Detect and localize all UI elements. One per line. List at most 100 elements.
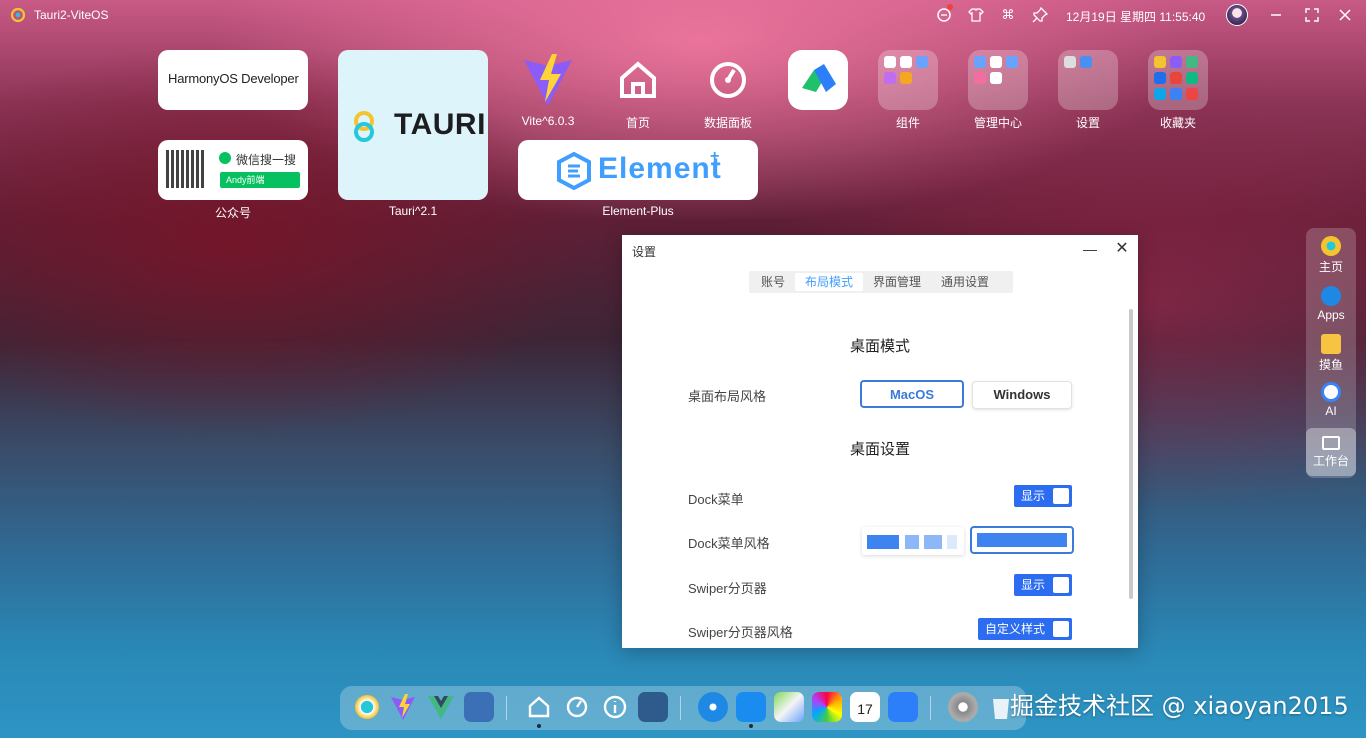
safari-icon[interactable] (698, 692, 728, 722)
sidebar-item-ai[interactable]: AI (1306, 376, 1356, 424)
sidebar-item-label: 主页 (1318, 260, 1343, 274)
element-logo-icon (557, 152, 591, 190)
folder-mini-icon (884, 72, 896, 84)
app-title: Tauri2-ViteOS (34, 8, 109, 22)
element-plus-widget[interactable]: Element + (518, 140, 758, 200)
settings-label: 设置 (1075, 116, 1100, 130)
settings-folder[interactable] (1058, 50, 1118, 110)
shirt-icon[interactable] (968, 7, 984, 23)
sidebar-item-fish[interactable]: 摸鱼 (1306, 328, 1356, 376)
tab-general[interactable]: 通用设置 (931, 273, 999, 291)
vite-icon[interactable] (388, 692, 418, 722)
grid-icon[interactable] (638, 692, 668, 722)
tab-ui-manage[interactable]: 界面管理 (863, 273, 931, 291)
tauri-icon[interactable] (352, 692, 382, 722)
folder-mini-icon (1080, 56, 1092, 68)
info-icon[interactable] (600, 692, 630, 722)
window-scrollbar[interactable] (1129, 309, 1133, 599)
tab-layout[interactable]: 布局模式 (795, 273, 864, 291)
folder-mini-icon (884, 56, 896, 68)
command-icon[interactable]: ⌘ (1000, 7, 1016, 23)
harmony-text: HarmonyOS Developer (168, 71, 299, 86)
home-logo-icon (1321, 236, 1341, 256)
avatar[interactable] (1226, 4, 1248, 26)
home-app[interactable] (608, 50, 668, 110)
tab-account[interactable]: 账号 (751, 273, 795, 291)
home-icon (620, 61, 656, 98)
folder-mini-icon (990, 72, 1002, 84)
dashboard-icon[interactable] (562, 692, 592, 722)
style-block (977, 533, 1067, 547)
folder-mini-icon (1170, 72, 1182, 84)
layout-windows-button[interactable]: Windows (972, 381, 1072, 409)
style-block (905, 535, 919, 549)
vite-app[interactable] (518, 50, 578, 110)
harmony-widget[interactable]: HarmonyOS Developer (158, 50, 308, 110)
maximize-icon[interactable] (1304, 7, 1320, 23)
swiper-style-toggle[interactable]: 自定义样式 (978, 618, 1072, 640)
toggle-knob (1053, 577, 1069, 593)
sidebar-item-workbench[interactable]: 工作台 (1306, 428, 1356, 476)
tauri-widget[interactable]: TAURI (338, 50, 488, 200)
style-block (867, 535, 899, 549)
logo-app[interactable] (788, 50, 848, 110)
maps-icon[interactable] (774, 692, 804, 722)
layout-style-label: 桌面布局风格 (688, 389, 767, 404)
pin-icon[interactable] (1032, 6, 1049, 23)
sidebar-item-label: Apps (1317, 308, 1345, 322)
folder-mini-icon (1186, 56, 1198, 68)
tauri-logo-icon (10, 7, 26, 23)
layout-macos-button[interactable]: MacOS (860, 380, 964, 408)
home-label: 首页 (625, 116, 650, 130)
toggle-text: 显示 (1021, 489, 1046, 503)
qr-code-icon (166, 150, 204, 188)
appstore-icon[interactable] (736, 692, 766, 722)
swiper-label: Swiper分页器 (688, 581, 767, 596)
calendar-icon[interactable]: 17 (850, 692, 880, 722)
favorites-folder[interactable] (1148, 50, 1208, 110)
wechat-search-bar: Andy前端 (220, 172, 300, 188)
vue-icon[interactable] (426, 692, 456, 722)
dock-style-option-split[interactable] (862, 527, 964, 555)
apps-icon[interactable] (464, 692, 494, 722)
folder-mini-icon (1064, 56, 1076, 68)
settings-icon[interactable] (948, 692, 978, 722)
window-close-button[interactable]: ✕ (1110, 237, 1134, 261)
sidebar-item-apps[interactable]: Apps (1306, 280, 1356, 328)
photos-icon[interactable] (812, 692, 842, 722)
close-icon[interactable] (1337, 7, 1353, 23)
dock-menu-toggle[interactable]: 显示 (1014, 485, 1072, 507)
tauri-label: Tauri^2.1 (388, 204, 438, 218)
admin-label: 管理中心 (973, 116, 1022, 130)
calendar-day: 17 (857, 701, 873, 717)
compass-icon (1321, 286, 1341, 306)
widgets-icon[interactable] (888, 692, 918, 722)
vite-label: Vite^6.0.3 (521, 114, 575, 128)
components-label: 组件 (895, 116, 920, 130)
folder-mini-icon (974, 56, 986, 68)
sidebar-item-home[interactable]: 主页 (1306, 230, 1356, 278)
minimize-icon[interactable] (1268, 7, 1284, 23)
settings-tabs: 账号 布局模式 界面管理 通用设置 (749, 271, 1013, 293)
folder-mini-icon (1186, 72, 1198, 84)
dock-separator (680, 696, 681, 720)
dock-separator (930, 696, 931, 720)
window-minimize-button[interactable]: — (1078, 237, 1102, 261)
wechat-widget[interactable]: 微信搜一搜 Andy前端 (158, 140, 308, 200)
folder-mini-icon (1170, 88, 1182, 100)
swiper-toggle[interactable]: 显示 (1014, 574, 1072, 596)
right-sidebar: 主页 Apps 摸鱼 AI 工作台 (1306, 228, 1356, 478)
components-folder[interactable] (878, 50, 938, 110)
vite-icon (524, 54, 572, 106)
sidebar-item-label: 摸鱼 (1318, 358, 1343, 372)
favorites-label: 收藏夹 (1159, 116, 1196, 130)
dock-style-option-full[interactable] (970, 526, 1074, 554)
home-icon[interactable] (524, 692, 554, 722)
admin-folder[interactable] (968, 50, 1028, 110)
folder-mini-icon (900, 56, 912, 68)
dock-menu-label: Dock菜单 (688, 492, 744, 507)
folder-mini-icon (974, 72, 986, 84)
folder-mini-icon (900, 72, 912, 84)
sidebar-item-label: 工作台 (1312, 454, 1349, 468)
dashboard-app[interactable] (698, 50, 758, 110)
